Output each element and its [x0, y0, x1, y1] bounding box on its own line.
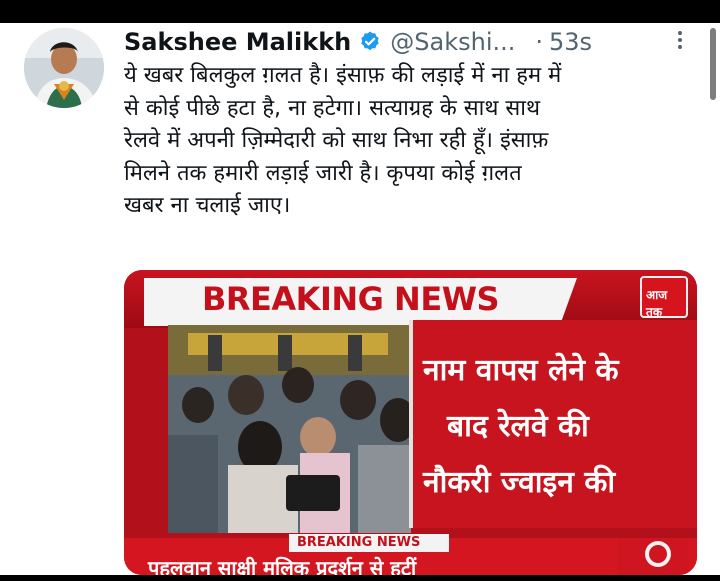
tweet-text-line: ये खबर बिलकुल ग़लत है। इंसाफ़ की लड़ाई म…: [124, 63, 562, 88]
timestamp[interactable]: 53s: [549, 28, 592, 56]
breaking-news-banner: BREAKING NEWS: [202, 280, 500, 318]
scrollbar[interactable]: [710, 28, 716, 100]
tweet-text-line: से कोई पीछे हटा है, ना हटेगा। सत्याग्रह …: [124, 95, 541, 121]
tweet-header: Sakshee Malikkh @Sakshi... · 53s: [124, 24, 694, 60]
caption-line: नौकरी ज्वाइन की: [423, 465, 616, 500]
more-dots-icon[interactable]: [675, 28, 685, 56]
tweet-media-image[interactable]: BREAKING NEWS आज तक नाम वापस लेने के बाद…: [124, 270, 697, 575]
tweet-text-line: खबर ना चलाई जाए।: [124, 193, 291, 218]
tweet-text: ये खबर बिलकुल ग़लत है। इंसाफ़ की लड़ाई म…: [124, 60, 694, 223]
ticker-channel-logo: [618, 538, 688, 575]
separator-dot: ·: [535, 28, 544, 56]
tweet-text-line: रेलवे में अपनी ज़िम्मेदारी को साथ निभा र…: [124, 128, 549, 153]
news-photo: [168, 325, 411, 533]
bottom-edge: [0, 575, 720, 581]
display-name[interactable]: Sakshee Malikkh: [124, 28, 351, 56]
channel-logo-text: आज तक: [646, 288, 668, 319]
tweet-text-line: मिलने तक हमारी लड़ाई जारी है। कृपया कोई …: [124, 160, 522, 186]
news-ticker: BREAKING NEWS पहलवान साक्षी मलिक प्रदर्श…: [124, 534, 697, 575]
verified-badge-icon: [358, 30, 382, 54]
avatar[interactable]: [24, 28, 104, 108]
user-handle[interactable]: @Sakshi...: [390, 28, 515, 56]
ticker-text: पहलवान साक्षी मलिक प्रदर्शन से हटीं: [148, 556, 417, 575]
ticker-label-text: BREAKING NEWS: [297, 535, 421, 550]
status-bar: [0, 0, 720, 23]
caption-line: नाम वापस लेने के: [423, 353, 619, 388]
channel-logo: आज तक: [640, 276, 688, 319]
caption-line: बाद रेलवे की: [447, 409, 589, 444]
news-caption-box: नाम वापस लेने के बाद रेलवे की नौकरी ज्वा…: [409, 320, 697, 528]
ticker-label: BREAKING NEWS: [289, 534, 449, 552]
